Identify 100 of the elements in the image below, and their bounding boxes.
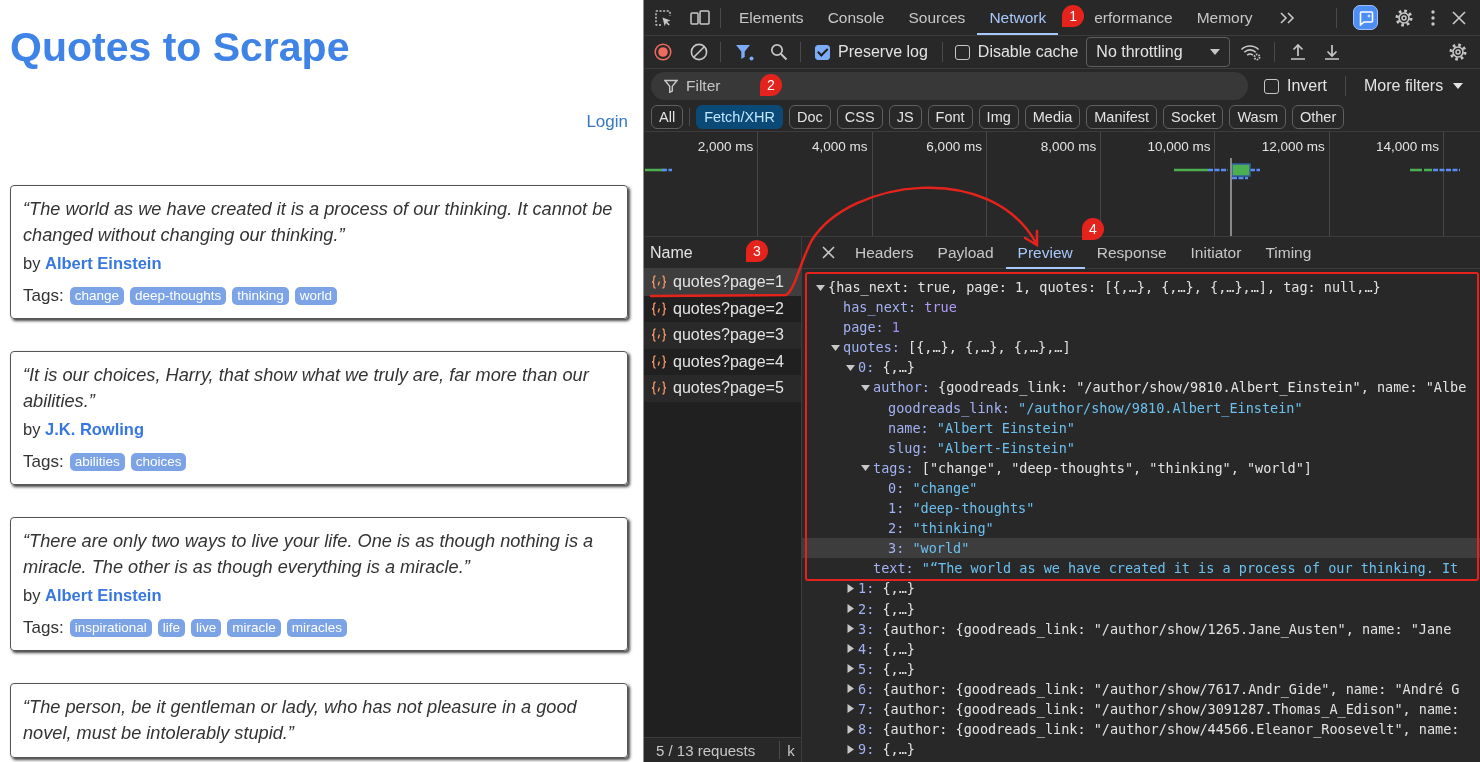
filter-chip[interactable]: Socket	[1163, 105, 1224, 129]
checkbox[interactable]	[1264, 78, 1279, 94]
request-row[interactable]: quotes?page=1	[644, 269, 801, 296]
tree-item[interactable]: 2: {,…}	[802, 598, 1480, 619]
tree-item[interactable]: 7: {author: {goodreads_link: "/author/show/3091287.Thomas_A_Edison", name:	[802, 698, 1480, 720]
caret-down-icon[interactable]	[831, 342, 840, 352]
filter-icon[interactable]	[735, 43, 754, 61]
tree-item[interactable]: 1: {,…}	[802, 578, 1480, 599]
more-filters-button[interactable]: More filters	[1364, 77, 1464, 95]
filter-chip[interactable]: Font	[927, 105, 973, 129]
caret-right-icon[interactable]	[846, 664, 855, 674]
caret-right-icon[interactable]	[846, 604, 855, 613]
checkbox[interactable]	[815, 44, 830, 60]
author-link[interactable]: Albert Einstein	[45, 254, 162, 272]
tree-item[interactable]: goodreads_link: "/author/show/9810.Albert_Einstein"	[802, 397, 1480, 418]
filter-chip[interactable]: Doc	[789, 105, 831, 129]
quote-text: “It is our choices, Harry, that show what we truly are, far more than our abilities.”	[23, 364, 591, 413]
filter-chip[interactable]: Wasm	[1229, 105, 1286, 129]
tags-label: Tags:	[23, 285, 64, 307]
panel-tab[interactable]: Network	[977, 0, 1059, 35]
caret-right-icon[interactable]	[846, 704, 855, 714]
filter-chip[interactable]: Other	[1292, 105, 1345, 129]
login-link[interactable]: Login	[586, 112, 628, 132]
caret-right-icon[interactable]	[846, 684, 855, 694]
tree-item[interactable]: 3: "world"	[802, 538, 1480, 559]
tree-item[interactable]: name: "Albert Einstein"	[802, 417, 1480, 438]
record-icon[interactable]	[654, 43, 672, 61]
download-icon[interactable]	[1323, 43, 1342, 61]
quote-text: “There are only two ways to live your life. One is as though nothing is a miracle. The other is as though everything is a miracle.”	[23, 530, 595, 579]
tick-label: 6,000 ms	[926, 139, 982, 154]
tree-item[interactable]: 1: "deep-thoughts"	[802, 498, 1480, 519]
panel-tab[interactable]: Memory	[1184, 0, 1265, 35]
tree-item[interactable]: text: "“The world as we have created it is a process of our thinking. It	[802, 558, 1480, 579]
tick-label: 4,000 ms	[812, 139, 868, 154]
panel-tab[interactable]: Elements	[727, 0, 816, 35]
panel-tab[interactable]: Console	[815, 0, 897, 35]
filter-chip[interactable]: Manifest	[1086, 105, 1158, 129]
filter-chip[interactable]: Media	[1024, 105, 1081, 129]
tree-item[interactable]: 8: {author: {goodreads_link: "/author/show/44566.Eleanor_Roosevelt", name:	[802, 719, 1480, 740]
status-text: k	[787, 741, 795, 759]
close-icon[interactable]	[822, 246, 835, 259]
detail-tab[interactable]: Payload	[925, 236, 1006, 269]
tree-item[interactable]: page: 1	[802, 317, 1480, 338]
more-icon[interactable]	[1430, 8, 1436, 27]
upload-icon[interactable]	[1289, 43, 1308, 61]
tree-item[interactable]: 9: {,…}	[802, 739, 1480, 760]
tree-item[interactable]: 4: {,…}	[802, 638, 1480, 659]
request-row[interactable]: quotes?page=3	[644, 322, 801, 349]
throttling-select[interactable]: No throttling	[1086, 37, 1231, 67]
by-label: by	[23, 420, 41, 438]
checkbox[interactable]	[954, 44, 970, 60]
tree-item[interactable]: 0: {,…}	[802, 357, 1480, 378]
tree-item[interactable]: quotes: [{,…}, {,…}, {,…},…]	[802, 337, 1480, 358]
filter-chip[interactable]: JS	[888, 105, 922, 129]
select-element-icon[interactable]	[654, 8, 672, 27]
caret-right-icon[interactable]	[846, 644, 855, 654]
settings-icon[interactable]	[1448, 42, 1468, 62]
tree-item[interactable]: 6: {author: {goodreads_link: "/author/show/7617.Andr_Gide", name: "André G	[802, 678, 1480, 699]
chevrons-icon[interactable]	[1278, 10, 1295, 25]
filter-icon	[664, 79, 678, 93]
filter-chip[interactable]: CSS	[836, 105, 883, 129]
caret-right-icon[interactable]	[846, 724, 855, 734]
device-toolbar-icon[interactable]	[690, 8, 710, 27]
tree-item[interactable]: 2: "thinking"	[802, 518, 1480, 539]
author-link[interactable]: J.K. Rowling	[45, 420, 145, 438]
braces-icon	[651, 301, 667, 316]
wifi-gear-icon[interactable]	[1240, 43, 1263, 61]
panel-tab[interactable]: Sources	[896, 0, 978, 35]
circle-slash-icon[interactable]	[690, 43, 708, 61]
detail-tab[interactable]: Headers	[843, 236, 926, 269]
tree-item[interactable]: 0: "change"	[802, 477, 1480, 499]
caret-down-icon[interactable]	[846, 362, 855, 372]
tree-item[interactable]: slug: "Albert-Einstein"	[802, 437, 1480, 458]
chat-button[interactable]	[1353, 5, 1378, 30]
detail-tab[interactable]: Initiator	[1178, 236, 1254, 269]
tree-item[interactable]: tags: ["change", "deep-thoughts", "thinking", "world"]	[802, 457, 1480, 478]
site-title[interactable]: Quotes to Scrape	[10, 22, 350, 72]
caret-right-icon[interactable]	[846, 583, 855, 593]
caret-down-icon[interactable]	[816, 282, 825, 292]
column-header[interactable]: Name	[650, 243, 693, 262]
detail-tab[interactable]: Timing	[1253, 236, 1324, 269]
filter-chip[interactable]: Img	[978, 105, 1019, 129]
request-row[interactable]: quotes?page=5	[644, 375, 801, 402]
caret-right-icon[interactable]	[846, 624, 855, 634]
filter-chip[interactable]: Fetch/XHR	[696, 105, 784, 129]
caret-right-icon[interactable]	[846, 744, 855, 754]
tree-item[interactable]: 3: {author: {goodreads_link: "/author/show/1265.Jane_Austen", name: "Jane	[802, 618, 1480, 639]
close-icon[interactable]	[1452, 10, 1466, 25]
tree-item[interactable]: 5: {,…}	[802, 658, 1480, 679]
panel-tab[interactable]: erformance	[1082, 0, 1185, 35]
quote-text: “The world as we have created it is a process of our thinking. It cannot be changed without changing our thinking.”	[23, 198, 614, 247]
tree-item[interactable]: {has_next: true, page: 1, quotes: [{,…}, {,…}, {,…},…], tag: null,…}	[802, 277, 1480, 298]
filter-chip[interactable]: All	[651, 105, 684, 129]
tree-item[interactable]: author: {goodreads_link: "/author/show/9810.Albert_Einstein", name: "Albe	[802, 377, 1480, 398]
caret-down-icon[interactable]	[861, 463, 870, 473]
settings-icon[interactable]	[1394, 7, 1414, 28]
search-icon[interactable]	[770, 43, 788, 61]
author-link[interactable]: Albert Einstein	[45, 586, 162, 604]
caret-down-icon[interactable]	[861, 382, 870, 392]
tree-item[interactable]: has_next: true	[802, 297, 1480, 318]
